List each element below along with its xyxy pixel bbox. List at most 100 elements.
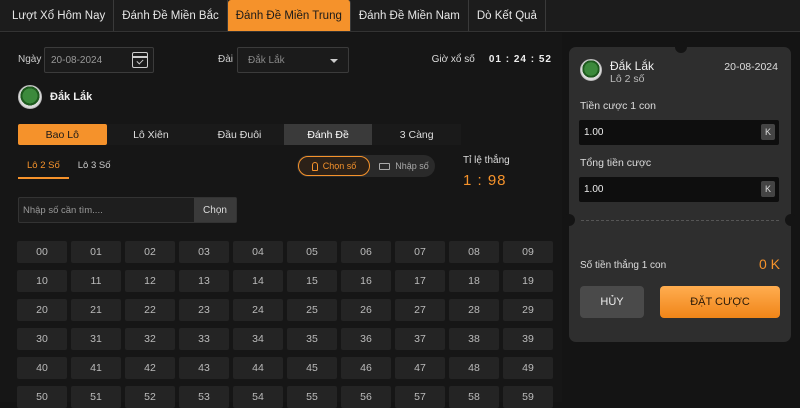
number-cell[interactable]: 46 <box>341 357 391 379</box>
number-cell[interactable]: 36 <box>341 328 391 350</box>
number-cell[interactable]: 05 <box>287 241 337 263</box>
number-cell[interactable]: 00 <box>17 241 67 263</box>
number-cell[interactable]: 30 <box>17 328 67 350</box>
bet-type-lo-xien[interactable]: Lô Xiên <box>107 124 196 145</box>
sub-type-lo-3-so[interactable]: Lô 3 Số <box>69 157 120 179</box>
number-cell[interactable]: 32 <box>125 328 175 350</box>
number-cell[interactable]: 50 <box>17 386 67 408</box>
chevron-down-icon <box>330 59 338 63</box>
total-input[interactable]: 1.00 K <box>579 177 779 202</box>
bet-type-danh-de[interactable]: Đánh Đề <box>283 124 373 145</box>
sub-type-lo-2-so[interactable]: Lô 2 Số <box>18 157 69 179</box>
ticket-notch <box>785 214 797 226</box>
number-cell[interactable]: 56 <box>341 386 391 408</box>
number-cell[interactable]: 17 <box>395 270 445 292</box>
ticket-province-name: Đắk Lắk <box>610 59 655 73</box>
number-cell[interactable]: 38 <box>449 328 499 350</box>
number-cell[interactable]: 07 <box>395 241 445 263</box>
bet-type-dau-duoi[interactable]: Đầu Đuôi <box>195 124 284 145</box>
number-cell[interactable]: 06 <box>341 241 391 263</box>
tab-danh-de-mien-trung[interactable]: Đánh Đề Miền Trung <box>227 0 351 31</box>
number-cell[interactable]: 10 <box>17 270 67 292</box>
number-cell[interactable]: 03 <box>179 241 229 263</box>
number-cell[interactable]: 08 <box>449 241 499 263</box>
number-cell[interactable]: 54 <box>233 386 283 408</box>
tab-danh-de-mien-nam[interactable]: Đánh Đề Miền Nam <box>351 0 469 31</box>
place-bet-button[interactable]: ĐẶT CƯỢC <box>660 286 780 318</box>
number-cell[interactable]: 28 <box>449 299 499 321</box>
number-cell[interactable]: 29 <box>503 299 553 321</box>
number-cell[interactable]: 24 <box>233 299 283 321</box>
number-cell[interactable]: 45 <box>287 357 337 379</box>
ticket-province-logo-icon <box>580 59 602 81</box>
stake-value: 1.00 <box>584 127 604 138</box>
number-cell[interactable]: 01 <box>71 241 121 263</box>
number-cell[interactable]: 09 <box>503 241 553 263</box>
odds-value: 1 : 98 <box>463 172 507 189</box>
number-cell[interactable]: 12 <box>125 270 175 292</box>
number-cell[interactable]: 47 <box>395 357 445 379</box>
number-cell[interactable]: 02 <box>125 241 175 263</box>
number-cell[interactable]: 43 <box>179 357 229 379</box>
pick-number-button[interactable]: Chọn số <box>298 156 370 176</box>
number-cell[interactable]: 31 <box>71 328 121 350</box>
date-label: Ngày <box>18 54 42 65</box>
number-cell[interactable]: 42 <box>125 357 175 379</box>
pick-number-label: Chọn số <box>322 161 357 171</box>
number-cell[interactable]: 16 <box>341 270 391 292</box>
number-cell[interactable]: 40 <box>17 357 67 379</box>
number-cell[interactable]: 41 <box>71 357 121 379</box>
stake-input[interactable]: 1.00 K <box>579 120 779 145</box>
draw-time-label: Giờ xổ số <box>431 54 475 65</box>
search-input[interactable] <box>19 198 197 222</box>
province-logo-icon <box>18 85 42 109</box>
number-cell[interactable]: 22 <box>125 299 175 321</box>
tab-danh-de-mien-bac[interactable]: Đánh Đề Miền Bắc <box>114 0 228 31</box>
stake-unit-badge: K <box>761 124 775 140</box>
tab-do-ket-qua[interactable]: Dò Kết Quả <box>469 0 546 31</box>
total-unit-badge: K <box>761 181 775 197</box>
search-select-button[interactable]: Chọn <box>194 198 236 222</box>
date-picker[interactable]: 20-08-2024 <box>44 47 154 73</box>
number-cell[interactable]: 18 <box>449 270 499 292</box>
number-cell[interactable]: 13 <box>179 270 229 292</box>
number-cell[interactable]: 21 <box>71 299 121 321</box>
cancel-button[interactable]: HỦY <box>580 286 644 318</box>
station-value: Đắk Lắk <box>248 55 285 66</box>
number-cell[interactable]: 57 <box>395 386 445 408</box>
number-cell[interactable]: 58 <box>449 386 499 408</box>
number-cell[interactable]: 53 <box>179 386 229 408</box>
number-cell[interactable]: 11 <box>71 270 121 292</box>
enter-number-button[interactable]: Nhập số <box>373 156 435 176</box>
bet-type-3-cang[interactable]: 3 Càng <box>372 124 461 145</box>
number-cell[interactable]: 26 <box>341 299 391 321</box>
number-cell[interactable]: 14 <box>233 270 283 292</box>
tab-luot-xo-hom-nay[interactable]: Lượt Xổ Hôm Nay <box>4 0 115 31</box>
hand-pointer-icon <box>311 161 318 171</box>
number-cell[interactable]: 48 <box>449 357 499 379</box>
number-cell[interactable]: 49 <box>503 357 553 379</box>
odds-label: Tỉ lệ thắng <box>463 155 510 166</box>
number-cell[interactable]: 59 <box>503 386 553 408</box>
bet-type-bao-lo[interactable]: Bao Lô <box>18 124 107 145</box>
number-cell[interactable]: 15 <box>287 270 337 292</box>
keyboard-icon <box>379 162 391 170</box>
station-select[interactable]: Đắk Lắk <box>237 47 349 73</box>
number-cell[interactable]: 33 <box>179 328 229 350</box>
calendar-icon[interactable] <box>132 52 148 68</box>
number-cell[interactable]: 37 <box>395 328 445 350</box>
number-cell[interactable]: 52 <box>125 386 175 408</box>
number-cell[interactable]: 23 <box>179 299 229 321</box>
number-cell[interactable]: 27 <box>395 299 445 321</box>
number-cell[interactable]: 39 <box>503 328 553 350</box>
number-cell[interactable]: 04 <box>233 241 283 263</box>
number-cell[interactable]: 25 <box>287 299 337 321</box>
number-cell[interactable]: 20 <box>17 299 67 321</box>
number-cell[interactable]: 51 <box>71 386 121 408</box>
number-cell[interactable]: 44 <box>233 357 283 379</box>
number-cell[interactable]: 55 <box>287 386 337 408</box>
number-cell[interactable]: 34 <box>233 328 283 350</box>
betting-area: Ngày 20-08-2024 Đài Đắk Lắk Giờ xổ số 01 … <box>0 33 562 408</box>
number-cell[interactable]: 35 <box>287 328 337 350</box>
number-cell[interactable]: 19 <box>503 270 553 292</box>
